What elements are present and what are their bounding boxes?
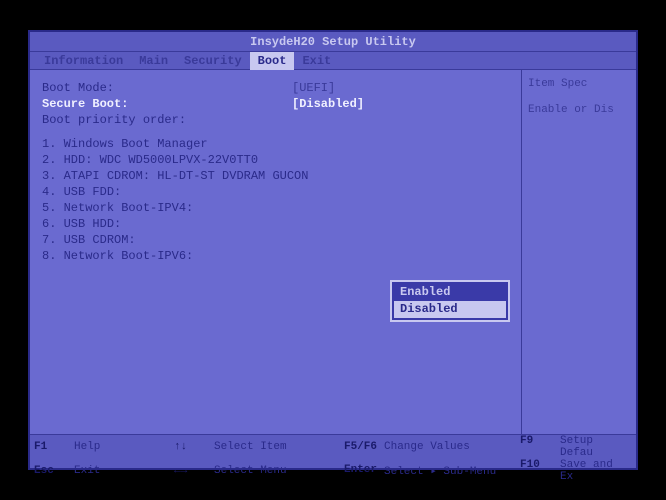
title-bar: InsydeH20 Setup Utility <box>30 32 636 52</box>
boot-mode-row[interactable]: Boot Mode: UEFI <box>42 80 509 96</box>
bios-screen: InsydeH20 Setup Utility Information Main… <box>28 30 638 470</box>
help-row-1: F1Help ↑↓Select Item F5/F6Change Values … <box>30 435 636 459</box>
help-title: Item Spec <box>528 78 630 90</box>
boot-item-4[interactable]: USB FDD: <box>42 184 509 200</box>
boot-item-2[interactable]: HDD: WDC WD5000LPVX-22V0TT0 <box>42 152 509 168</box>
tab-boot[interactable]: Boot <box>250 52 295 70</box>
secure-boot-popup: Enabled Disabled <box>390 280 510 322</box>
boot-item-3[interactable]: ATAPI CDROM: HL-DT-ST DVDRAM GUCON <box>42 168 509 184</box>
tab-main[interactable]: Main <box>131 52 176 70</box>
help-f10: F10Save and Ex <box>516 459 636 483</box>
secure-boot-row[interactable]: Secure Boot: Disabled <box>42 96 509 112</box>
help-bar: F1Help ↑↓Select Item F5/F6Change Values … <box>30 434 636 468</box>
settings-panel: Boot Mode: UEFI Secure Boot: Disabled Bo… <box>30 70 521 434</box>
help-enter: EnterSelect ▸ Sub-Menu <box>340 464 516 478</box>
boot-item-6[interactable]: USB HDD: <box>42 216 509 232</box>
help-esc: EscExit <box>30 465 170 477</box>
help-f1: F1Help <box>30 441 170 453</box>
secure-boot-value: Disabled <box>292 96 364 112</box>
boot-mode-value: UEFI <box>292 80 335 96</box>
main-area: Boot Mode: UEFI Secure Boot: Disabled Bo… <box>30 70 636 434</box>
help-f5f6: F5/F6Change Values <box>340 441 516 453</box>
boot-item-5[interactable]: Network Boot-IPV4: <box>42 200 509 216</box>
help-f9: F9Setup Defau <box>516 435 636 459</box>
popup-option-enabled[interactable]: Enabled <box>394 284 506 301</box>
boot-priority-header: Boot priority order: <box>42 112 509 128</box>
boot-priority-list: Windows Boot Manager HDD: WDC WD5000LPVX… <box>42 136 509 264</box>
popup-option-disabled[interactable]: Disabled <box>394 301 506 318</box>
tab-exit[interactable]: Exit <box>294 52 339 70</box>
app-title: InsydeH20 Setup Utility <box>250 35 416 49</box>
boot-item-1[interactable]: Windows Boot Manager <box>42 136 509 152</box>
help-updown: ↑↓Select Item <box>170 441 340 453</box>
boot-mode-label: Boot Mode: <box>42 80 292 96</box>
boot-priority-label: Boot priority order: <box>42 112 292 128</box>
secure-boot-label: Secure Boot: <box>42 96 292 112</box>
help-panel: Item Spec Enable or Dis <box>521 70 636 434</box>
boot-item-7[interactable]: USB CDROM: <box>42 232 509 248</box>
tab-security[interactable]: Security <box>176 52 250 70</box>
boot-item-8[interactable]: Network Boot-IPV6: <box>42 248 509 264</box>
menu-bar: Information Main Security Boot Exit <box>30 52 636 70</box>
help-leftr: ←→Select Menu <box>170 465 340 477</box>
help-row-2: EscExit ←→Select Menu EnterSelect ▸ Sub-… <box>30 459 636 483</box>
help-text: Enable or Dis <box>528 104 630 116</box>
tab-information[interactable]: Information <box>36 52 131 70</box>
